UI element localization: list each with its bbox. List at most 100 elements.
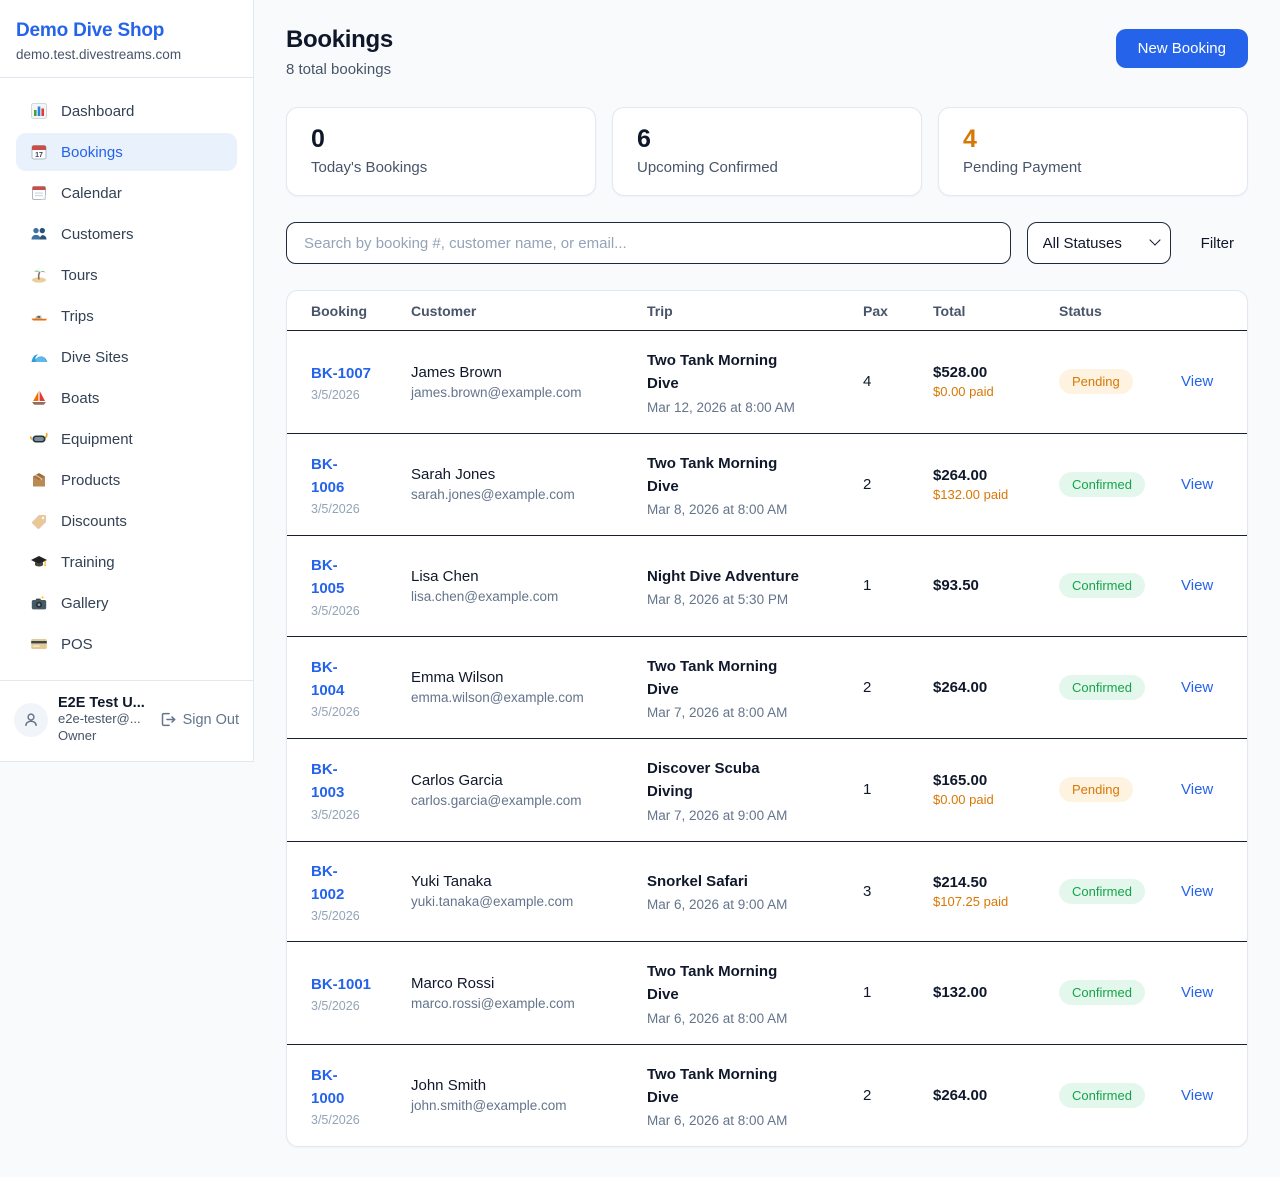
bar-chart-icon [30,102,48,120]
booking-cell: BK-1004 3/5/2026 [287,636,399,739]
column-header-pax: Pax [851,291,921,331]
pax-cell: 3 [851,841,921,942]
stat-card-todays-bookings: 0 Today's Bookings [286,107,596,196]
sidebar-item-trips[interactable]: Trips [16,297,237,335]
trip-cell: Two Tank Morning Dive Mar 12, 2026 at 8:… [635,331,851,434]
sidebar-item-gallery[interactable]: Gallery [16,584,237,622]
booking-id-link[interactable]: BK-1000 [311,1064,355,1111]
total-cell: $165.00 $0.00 paid [921,739,1047,842]
sidebar-item-label: Dive Sites [61,349,129,366]
customer-email: sarah.jones@example.com [411,487,623,502]
actions-cell: View [1169,841,1247,942]
trip-cell: Night Dive Adventure Mar 8, 2026 at 5:30… [635,536,851,637]
user-name: E2E Test U... [58,695,149,711]
customer-email: yuki.tanaka@example.com [411,894,623,909]
column-header-actions [1169,291,1247,331]
booking-date: 3/5/2026 [311,502,387,516]
sign-out-icon [159,711,176,728]
sidebar-item-dashboard[interactable]: Dashboard [16,92,237,130]
view-link[interactable]: View [1181,577,1213,594]
status-badge: Pending [1059,777,1133,802]
actions-cell: View [1169,331,1247,434]
customer-name: Yuki Tanaka [411,873,623,890]
trip-datetime: Mar 6, 2026 at 9:00 AM [647,897,839,912]
sidebar-item-tours[interactable]: Tours [16,256,237,294]
view-link[interactable]: View [1181,679,1213,696]
package-icon [30,471,48,489]
sidebar-item-training[interactable]: Training [16,543,237,581]
svg-text:17: 17 [35,152,43,159]
customer-name: Marco Rossi [411,975,623,992]
shop-header: Demo Dive Shop demo.test.divestreams.com [0,0,253,78]
total-amount: $93.50 [933,577,1035,594]
sidebar-item-label: Gallery [61,595,109,612]
sailboat-icon [30,389,48,407]
view-link[interactable]: View [1181,781,1213,798]
status-cell: Confirmed [1047,1044,1169,1146]
filter-button[interactable]: Filter [1187,225,1248,262]
sidebar-item-label: Discounts [61,513,127,530]
table-row: BK-1006 3/5/2026 Sarah Jones sarah.jones… [287,433,1247,536]
camera-icon [30,594,48,612]
total-cell: $264.00 $132.00 paid [921,433,1047,536]
user-role: Owner [58,728,149,745]
new-booking-button[interactable]: New Booking [1116,29,1248,68]
booking-id-link[interactable]: BK-1007 [311,362,371,385]
view-link[interactable]: View [1181,984,1213,1001]
sidebar-item-label: Bookings [61,144,123,161]
customer-cell: Emma Wilson emma.wilson@example.com [399,636,635,739]
view-link[interactable]: View [1181,476,1213,493]
bookings-table-body: BK-1007 3/5/2026 James Brown james.brown… [287,331,1247,1147]
paid-amount: $0.00 paid [933,384,1017,399]
view-link[interactable]: View [1181,1087,1213,1104]
sidebar-item-bookings[interactable]: 17 Bookings [16,133,237,171]
status-badge: Confirmed [1059,980,1145,1005]
booking-id-link[interactable]: BK-1004 [311,656,355,703]
calendar-icon [30,184,48,202]
stat-value: 0 [311,125,571,154]
view-link[interactable]: View [1181,883,1213,900]
booking-cell: BK-1000 3/5/2026 [287,1044,399,1146]
booking-cell: BK-1001 3/5/2026 [287,942,399,1045]
sidebar-item-label: POS [61,636,93,653]
status-filter-select[interactable]: All Statuses [1027,222,1171,264]
total-amount: $264.00 [933,1087,1035,1104]
table-row: BK-1000 3/5/2026 John Smith john.smith@e… [287,1044,1247,1146]
sidebar-item-pos[interactable]: POS [16,625,237,663]
customer-email: james.brown@example.com [411,385,623,400]
status-cell: Pending [1047,739,1169,842]
customer-email: lisa.chen@example.com [411,589,623,604]
trip-name: Discover Scuba Diving [647,757,799,804]
sidebar-item-label: Boats [61,390,99,407]
status-cell: Pending [1047,331,1169,434]
sidebar-item-equipment[interactable]: Equipment [16,420,237,458]
sidebar-item-calendar[interactable]: Calendar [16,174,237,212]
total-amount: $264.00 [933,679,1035,696]
sidebar-item-discounts[interactable]: Discounts [16,502,237,540]
search-input[interactable] [286,222,1011,264]
total-amount: $264.00 [933,467,1035,484]
people-icon [30,225,48,243]
view-link[interactable]: View [1181,373,1213,390]
paid-amount: $107.25 paid [933,894,1017,909]
sign-out-button[interactable]: Sign Out [159,711,239,728]
booking-id-link[interactable]: BK-1006 [311,453,355,500]
sidebar-item-boats[interactable]: Boats [16,379,237,417]
shop-domain: demo.test.divestreams.com [16,47,237,62]
stat-label: Pending Payment [963,159,1223,176]
booking-id-link[interactable]: BK-1005 [311,554,355,601]
sidebar-item-products[interactable]: Products [16,461,237,499]
sidebar-item-label: Customers [61,226,134,243]
total-amount: $214.50 [933,874,1035,891]
trip-name: Snorkel Safari [647,870,799,893]
sidebar-item-customers[interactable]: Customers [16,215,237,253]
booking-id-link[interactable]: BK-1001 [311,973,371,996]
main-content: Bookings 8 total bookings New Booking 0 … [254,0,1280,1177]
stat-card-upcoming-confirmed: 6 Upcoming Confirmed [612,107,922,196]
booking-id-link[interactable]: BK-1002 [311,860,355,907]
trip-cell: Two Tank Morning Dive Mar 7, 2026 at 8:0… [635,636,851,739]
sidebar-item-dive-sites[interactable]: Dive Sites [16,338,237,376]
booking-id-link[interactable]: BK-1003 [311,758,355,805]
booking-date: 3/5/2026 [311,1113,387,1127]
booking-cell: BK-1005 3/5/2026 [287,536,399,637]
